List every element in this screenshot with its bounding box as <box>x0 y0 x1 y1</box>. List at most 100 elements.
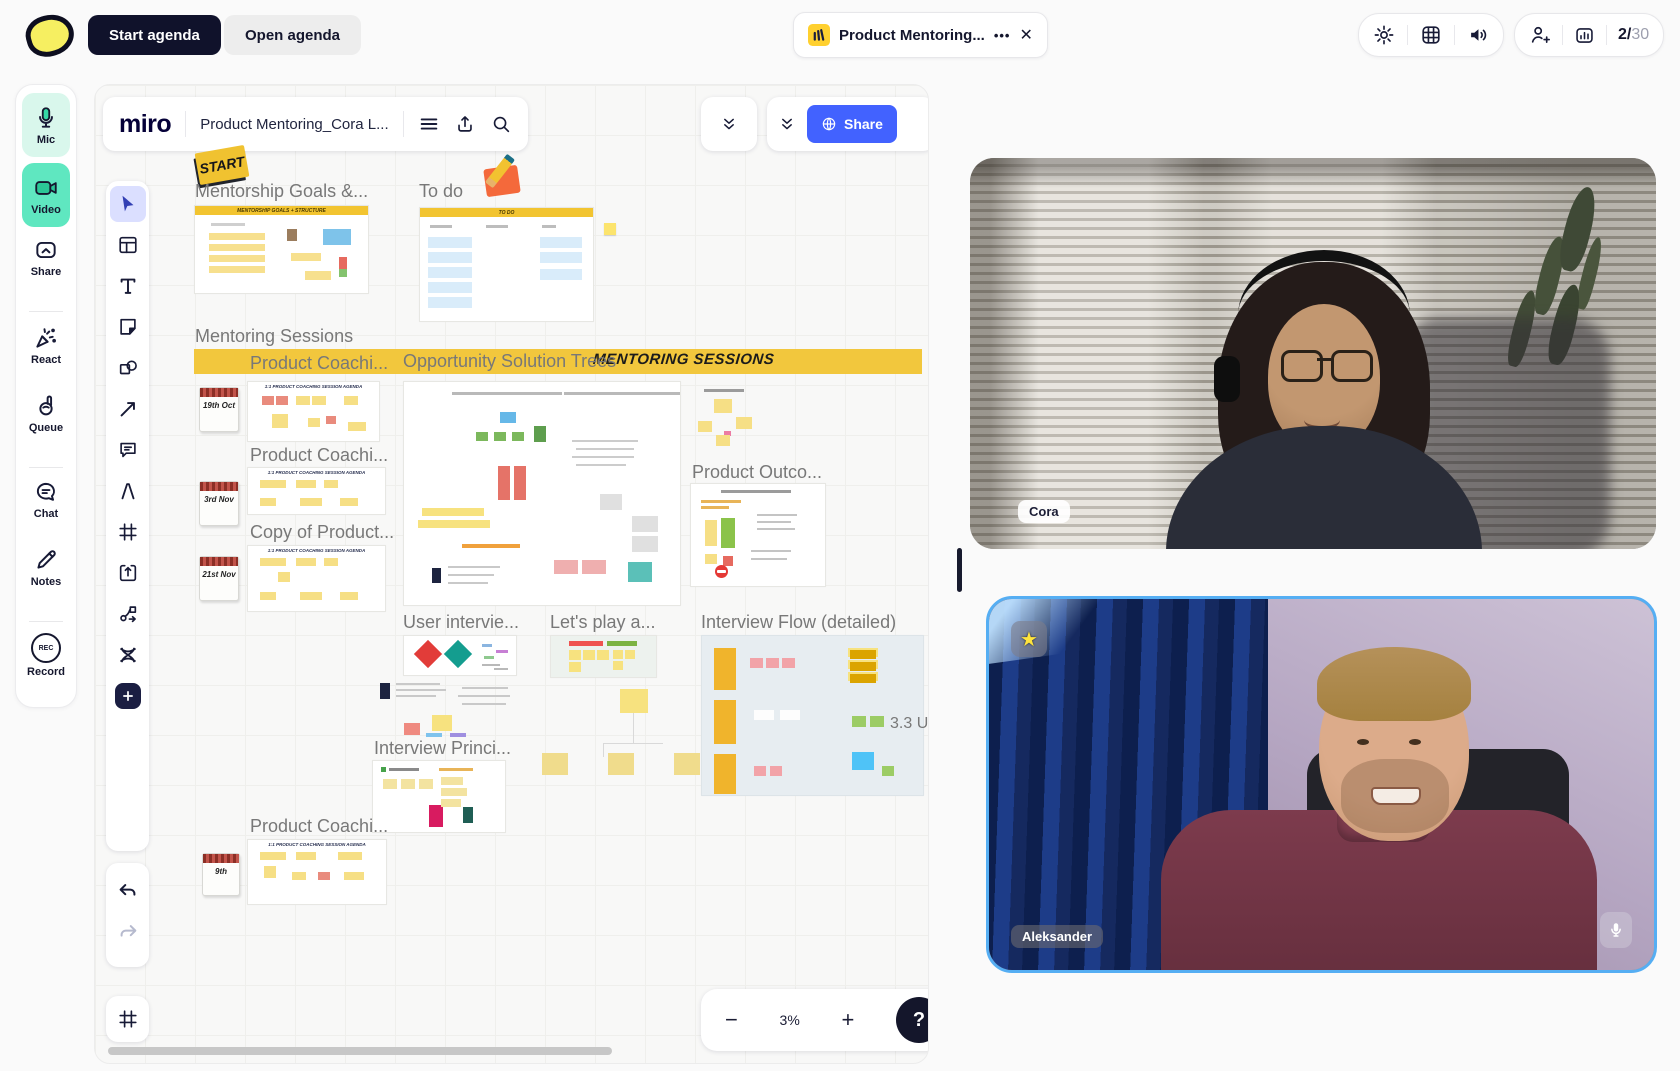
add-more-tool[interactable] <box>115 683 141 709</box>
board-menu-icon[interactable] <box>418 113 440 135</box>
party-popper-icon <box>33 325 59 351</box>
frame-thumbnail <box>248 850 386 904</box>
gear-icon[interactable] <box>1373 24 1395 46</box>
stats-icon[interactable] <box>1574 25 1595 46</box>
divider <box>1407 25 1408 45</box>
section-label-mentoring-sessions[interactable]: Mentoring Sessions <box>195 326 353 347</box>
video-tile-aleksander[interactable]: ★ Aleksander <box>986 596 1657 973</box>
frame-label-mentorship-goals[interactable]: Mentorship Goals &... <box>195 181 368 202</box>
sticky-note-tool[interactable] <box>110 309 146 345</box>
frame-product-coaching-b[interactable]: 1:1 PRODUCT COACHING SESSION AGENDA <box>247 467 386 515</box>
horizontal-scrollbar[interactable] <box>108 1047 612 1055</box>
loose-sticky-note[interactable] <box>604 223 616 235</box>
queue-button[interactable]: Queue <box>16 393 76 434</box>
frames-panel-button[interactable] <box>106 996 149 1042</box>
shapes-tool[interactable] <box>110 350 146 386</box>
frame-label-product-outcome[interactable]: Product Outco... <box>692 462 822 483</box>
comment-tool[interactable] <box>110 432 146 468</box>
chat-label: Chat <box>34 508 58 520</box>
mic-status-badge[interactable] <box>1600 912 1632 948</box>
frame-thumbnail <box>692 387 762 457</box>
help-button[interactable]: ? <box>896 997 929 1043</box>
redo-button[interactable] <box>110 914 146 950</box>
frame-label-product-coaching-c[interactable]: Product Coachi... <box>250 816 388 837</box>
frame-interview-principles[interactable] <box>372 760 506 833</box>
pencil-sticker[interactable] <box>481 157 525 197</box>
tab-more-button[interactable]: ••• <box>994 28 1011 43</box>
participant-count[interactable]: 2/30 <box>1618 26 1649 44</box>
upload-tool[interactable] <box>110 555 146 591</box>
panel-resize-handle[interactable] <box>957 548 962 592</box>
share-screen-button[interactable]: Share <box>16 237 76 278</box>
record-button[interactable]: REC Record <box>16 633 76 678</box>
calendar-sticker[interactable]: 9th <box>202 853 240 896</box>
export-icon[interactable] <box>454 113 476 135</box>
divider <box>29 621 63 622</box>
connector-tool[interactable] <box>110 596 146 632</box>
frame-label-lets-play[interactable]: Let's play a... <box>550 612 656 633</box>
react-button[interactable]: React <box>16 325 76 366</box>
apps-tool[interactable] <box>110 637 146 673</box>
frame-tool[interactable] <box>110 514 146 550</box>
calendar-sticker[interactable]: 21st Nov <box>199 556 239 601</box>
star-badge[interactable]: ★ <box>1011 621 1047 657</box>
frame-label-interview-flow[interactable]: Interview Flow (detailed) <box>701 612 896 633</box>
zoom-out-button[interactable]: − <box>725 1007 738 1033</box>
zoom-level[interactable]: 3% <box>780 1012 800 1028</box>
search-icon[interactable] <box>490 113 512 135</box>
sticky-note-icon <box>117 316 139 338</box>
frame-label-opportunity-trees[interactable]: Opportunity Solution Trees <box>403 351 616 372</box>
frame-mentorship-goals[interactable]: MENTORSHIP GOALS + STRUCTURE <box>194 205 369 294</box>
mic-button[interactable]: Mic <box>22 93 70 157</box>
select-tool[interactable] <box>110 186 146 222</box>
shared-board-tab[interactable]: Product Mentoring... ••• ✕ <box>793 12 1048 58</box>
invite-person-icon[interactable] <box>1529 24 1551 46</box>
calendar-date: 21st Nov <box>200 570 238 579</box>
divider <box>1606 25 1607 45</box>
frame-label-copy-of-product[interactable]: Copy of Product... <box>250 522 394 543</box>
miro-logo[interactable]: miro <box>119 110 171 139</box>
double-chevron-down-icon[interactable] <box>777 114 797 134</box>
chat-button[interactable]: Chat <box>16 479 76 520</box>
frame-label-interview-principles[interactable]: Interview Princi... <box>374 738 511 759</box>
tab-close-button[interactable]: ✕ <box>1019 25 1032 45</box>
butter-logo[interactable] <box>21 9 78 62</box>
frame-label-product-coaching-b[interactable]: Product Coachi... <box>250 445 388 466</box>
alek-hair <box>1317 647 1471 721</box>
frame-product-outcome-notes[interactable] <box>692 387 762 457</box>
calendar-sticker[interactable]: 3rd Nov <box>199 481 239 526</box>
video-tile-cora[interactable]: Cora <box>970 158 1656 549</box>
speaker-icon[interactable] <box>1467 24 1489 46</box>
frame-label-user-interviews[interactable]: User intervie... <box>403 612 519 633</box>
arrow-tool[interactable] <box>110 391 146 427</box>
frame-copy-of-product[interactable]: 1:1 PRODUCT COACHING SESSION AGENDA <box>247 545 386 612</box>
frame-thumbnail <box>248 478 385 514</box>
templates-tool[interactable] <box>110 227 146 263</box>
frame-mini-header: 1:1 PRODUCT COACHING SESSION AGENDA <box>248 382 379 389</box>
frame-todo[interactable]: TO DO <box>419 207 594 322</box>
start-agenda-button[interactable]: Start agenda <box>88 15 221 55</box>
frame-label-todo[interactable]: To do <box>419 181 463 202</box>
frame-lets-play[interactable] <box>550 635 657 678</box>
board-title[interactable]: Product Mentoring_Cora L... <box>200 116 388 133</box>
share-button[interactable]: Share <box>807 105 897 143</box>
clipped-canvas-text: 3.3 U <box>890 715 928 733</box>
pen-tool[interactable] <box>110 473 146 509</box>
share-button-label: Share <box>844 116 883 132</box>
frame-user-interviews[interactable] <box>403 635 517 676</box>
frame-product-outcome[interactable] <box>690 483 826 587</box>
frame-product-coaching-c[interactable]: 1:1 PRODUCT COACHING SESSION AGENDA <box>247 839 387 905</box>
text-tool[interactable] <box>110 268 146 304</box>
frame-thumbnail <box>195 215 368 293</box>
grid-view-icon[interactable] <box>1420 24 1442 46</box>
frame-label-product-coaching-a[interactable]: Product Coachi... <box>250 353 388 374</box>
frame-product-coaching-a[interactable]: 1:1 PRODUCT COACHING SESSION AGENDA <box>247 381 380 442</box>
video-button[interactable]: Video <box>22 163 70 227</box>
frame-opportunity-trees[interactable] <box>403 381 681 606</box>
open-agenda-button[interactable]: Open agenda <box>224 15 361 55</box>
zoom-in-button[interactable]: + <box>841 1007 854 1033</box>
collapse-toolbar-left[interactable] <box>701 97 757 151</box>
undo-button[interactable] <box>110 873 146 909</box>
notes-button[interactable]: Notes <box>16 547 76 588</box>
calendar-sticker[interactable]: 19th Oct <box>199 387 239 432</box>
